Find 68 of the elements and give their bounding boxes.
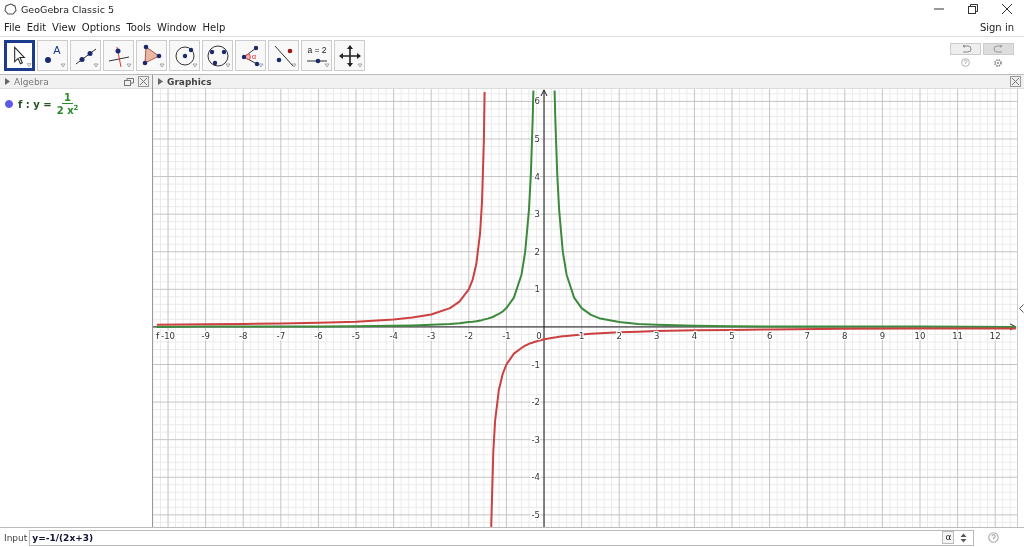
axis-tick-label: 7 [804,330,810,341]
collapse-triangle-icon[interactable] [5,78,10,85]
close-icon[interactable] [1010,76,1021,87]
menu-item[interactable]: Window [157,21,197,33]
input-label: Input [4,532,28,543]
axis-tick-label: -2 [531,397,540,408]
axis-tick-label: 8 [842,330,848,341]
axis-tick-label: 1 [534,284,540,295]
origin-label: 0 [536,330,542,341]
axis-tick-label: 4 [534,171,540,182]
axis-tick-label: 1 [578,330,585,341]
redo-icon [992,45,1005,53]
axis-tick-label: -5 [531,509,540,520]
sign-in-link[interactable]: Sign in [979,21,1014,33]
axis-tick-label: 12 [989,330,1001,341]
axis-tick-label: 3 [654,330,660,341]
menu-item[interactable]: View [52,21,76,33]
app-logo-icon [4,3,17,15]
numerator: 1 [62,92,74,104]
tool-button[interactable]: A [37,40,68,71]
undock-icon[interactable] [124,77,134,86]
axis-tick-label: 5 [729,330,735,341]
axis-tick-label: 9 [879,330,886,341]
tool-button[interactable]: a = 2 [301,40,332,71]
axis-tick-label: 6 [766,330,773,341]
menu-item[interactable]: Options [81,21,121,33]
menu-item[interactable]: File [4,21,21,33]
curve-label: f [156,330,160,341]
axis-tick-label: 5 [534,134,540,144]
axis-tick-label: 11 [952,330,963,341]
tool-button[interactable] [4,40,35,71]
axis-tick-label: 3 [534,209,540,220]
close-icon [1002,4,1012,14]
menu-item[interactable]: Help [202,21,226,33]
axis-tick-label: -2 [464,330,474,341]
menu-item[interactable]: Edit [26,21,47,33]
visibility-dot[interactable] [5,100,13,109]
spinner-icon[interactable] [960,532,968,543]
axis-tick-label: 4 [691,330,698,341]
axis-tick-label: -4 [389,330,398,341]
circle-points-icon [204,42,231,69]
axis-tick-label: -3 [427,330,436,341]
window-title: GeoGebra Classic 5 [21,3,114,15]
axis-tick-label: 10 [914,330,926,341]
symbol-button[interactable]: α [942,531,955,544]
axis-tick-label: -4 [531,472,540,483]
axis-tick-label: -6 [314,330,323,341]
panel-title: Graphics [167,76,212,87]
axis-tick-label: -3 [531,434,540,445]
settings-icon[interactable] [993,58,1004,68]
axis-tick-label: -10 [161,330,175,341]
collapse-triangle-icon[interactable] [158,78,163,85]
menu-item[interactable]: Tools [126,21,152,33]
close-icon[interactable] [138,76,149,87]
axis-tick-label: -1 [502,330,511,341]
restore-icon [968,4,978,14]
axis-tick-label: -1 [531,359,540,370]
input-field[interactable]: y=-1/(2x+3) α [29,529,975,546]
axis-tick-label: -5 [351,330,361,341]
axis-tick-label: 2 [616,330,622,341]
axis-tick-label: 2 [534,246,540,257]
axis-tick-label: -7 [276,330,286,341]
definition-label: f : y = [18,98,52,110]
panel-title: Algebra [14,76,49,87]
axis-tick-label: 6 [534,96,540,107]
axis-tick-label: -8 [239,330,248,341]
axis-tick-label: -9 [201,330,210,341]
denominator: 2 x$^{2}$ [56,104,79,117]
